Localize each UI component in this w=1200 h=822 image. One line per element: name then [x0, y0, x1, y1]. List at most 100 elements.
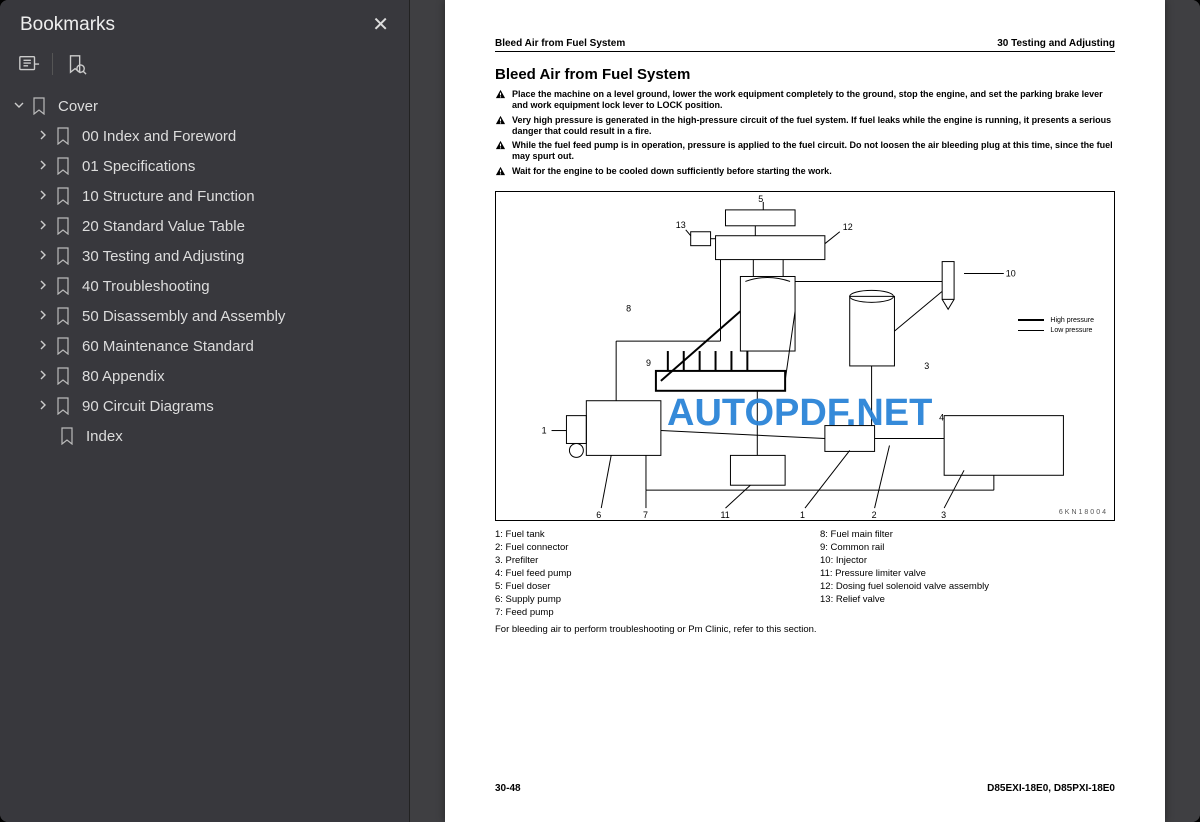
legend-item: 1: Fuel tank — [495, 529, 790, 540]
chevron-right-icon[interactable] — [34, 280, 52, 293]
legend-item: 10: Injector — [820, 555, 1115, 566]
tree-label: 10 Structure and Function — [82, 188, 255, 205]
bookmarks-toolbar — [0, 47, 409, 87]
bookmark-icon — [60, 427, 76, 445]
tree-item[interactable]: 80 Appendix — [6, 361, 399, 391]
diagram-id: 6KN18004 — [1059, 509, 1108, 516]
chevron-right-icon[interactable] — [34, 340, 52, 353]
chevron-right-icon[interactable] — [34, 160, 52, 173]
page-number: 30-48 — [495, 783, 521, 794]
close-icon[interactable]: ✕ — [372, 12, 389, 37]
chevron-right-icon[interactable] — [34, 400, 52, 413]
bookmark-icon — [56, 157, 72, 175]
bookmark-icon — [56, 367, 72, 385]
page-header-left: Bleed Air from Fuel System — [495, 38, 625, 49]
pdf-viewer[interactable]: AUTOPDF.NET Bleed Air from Fuel System 3… — [410, 0, 1200, 822]
chevron-right-icon[interactable] — [34, 190, 52, 203]
tree-item[interactable]: 50 Disassembly and Assembly — [6, 301, 399, 331]
tree-item[interactable]: 60 Maintenance Standard — [6, 331, 399, 361]
legend-item: 9: Common rail — [820, 542, 1115, 553]
tree-label: 01 Specifications — [82, 158, 195, 175]
bookmark-tree: Cover 00 Index and Foreword 01 Specifica… — [0, 87, 409, 461]
warning-icon — [495, 115, 506, 126]
svg-text:13: 13 — [676, 220, 686, 230]
panel-title: Bookmarks — [20, 14, 115, 36]
tree-label: 00 Index and Foreword — [82, 128, 236, 145]
svg-text:3: 3 — [941, 510, 946, 520]
bookmark-icon — [56, 247, 72, 265]
bookmarks-panel: Bookmarks ✕ Cover 00 Index and Fo — [0, 0, 410, 822]
bookmark-icon — [56, 337, 72, 355]
bookmark-icon — [32, 97, 48, 115]
tree-leaf-index[interactable]: Index — [6, 421, 399, 451]
bookmark-icon — [56, 127, 72, 145]
tree-label: 90 Circuit Diagrams — [82, 398, 214, 415]
chevron-right-icon[interactable] — [34, 310, 52, 323]
content-title: Bleed Air from Fuel System — [495, 66, 1115, 83]
tree-item[interactable]: 30 Testing and Adjusting — [6, 241, 399, 271]
tree-label: 60 Maintenance Standard — [82, 338, 254, 355]
warning-icon — [495, 140, 506, 151]
warning-row: While the fuel feed pump is in operation… — [495, 140, 1115, 163]
svg-text:10: 10 — [1006, 268, 1016, 278]
warning-text: While the fuel feed pump is in operation… — [512, 140, 1115, 163]
warning-icon — [495, 89, 506, 100]
warning-text: Very high pressure is generated in the h… — [512, 115, 1115, 138]
chevron-down-icon[interactable] — [10, 100, 28, 113]
svg-text:6: 6 — [596, 510, 601, 520]
legend-item: 6: Supply pump — [495, 594, 790, 605]
chevron-right-icon[interactable] — [34, 250, 52, 263]
legend-item: 7: Feed pump — [495, 607, 790, 618]
tree-label: 30 Testing and Adjusting — [82, 248, 244, 265]
svg-text:1: 1 — [800, 510, 805, 520]
fuel-system-diagram: 5 13 12 8 10 9 1 3 4 6 7 11 1 2 — [495, 191, 1115, 521]
tree-item[interactable]: 01 Specifications — [6, 151, 399, 181]
legend-item: 11: Pressure limiter valve — [820, 568, 1115, 579]
bookmark-icon — [56, 277, 72, 295]
bookmark-icon — [56, 217, 72, 235]
legend-item: 12: Dosing fuel solenoid valve assembly — [820, 581, 1115, 592]
tree-item[interactable]: 10 Structure and Function — [6, 181, 399, 211]
tree-item[interactable]: 20 Standard Value Table — [6, 211, 399, 241]
legend-item: 2: Fuel connector — [495, 542, 790, 553]
parts-legend: 1: Fuel tank 8: Fuel main filter 2: Fuel … — [495, 529, 1115, 618]
warning-icon — [495, 166, 506, 177]
chevron-right-icon[interactable] — [34, 370, 52, 383]
tree-label: 40 Troubleshooting — [82, 278, 210, 295]
chevron-right-icon[interactable] — [34, 220, 52, 233]
svg-text:11: 11 — [721, 510, 730, 520]
svg-text:3: 3 — [924, 361, 929, 371]
tree-item[interactable]: 40 Troubleshooting — [6, 271, 399, 301]
find-bookmark-icon[interactable] — [65, 54, 87, 74]
model-code: D85EXI-18E0, D85PXI-18E0 — [987, 783, 1115, 794]
chevron-right-icon[interactable] — [34, 130, 52, 143]
outline-options-icon[interactable] — [18, 54, 40, 74]
svg-text:5: 5 — [758, 194, 763, 204]
legend-item: 13: Relief valve — [820, 594, 1115, 605]
legend-item: 8: Fuel main filter — [820, 529, 1115, 540]
warning-text: Wait for the engine to be cooled down su… — [512, 166, 832, 177]
legend-item: 3. Prefilter — [495, 555, 790, 566]
toolbar-divider — [52, 53, 53, 75]
svg-text:8: 8 — [626, 303, 631, 313]
svg-text:2: 2 — [872, 510, 877, 520]
svg-text:7: 7 — [643, 510, 648, 520]
svg-text:1: 1 — [542, 425, 547, 435]
warning-row: Place the machine on a level ground, low… — [495, 89, 1115, 112]
legend-item: 5: Fuel doser — [495, 581, 790, 592]
tree-label: 80 Appendix — [82, 368, 165, 385]
bookmark-icon — [56, 187, 72, 205]
page-header-right: 30 Testing and Adjusting — [997, 38, 1115, 49]
tree-item[interactable]: 00 Index and Foreword — [6, 121, 399, 151]
diagram-line-legend: High pressure Low pressure — [1018, 317, 1094, 337]
warning-row: Wait for the engine to be cooled down su… — [495, 166, 1115, 177]
tree-root-cover[interactable]: Cover — [6, 91, 399, 121]
legend-item: 4: Fuel feed pump — [495, 568, 790, 579]
legend-note: For bleeding air to perform troubleshoot… — [495, 624, 1115, 635]
tree-label: Cover — [58, 98, 98, 115]
svg-text:4: 4 — [939, 412, 944, 422]
tree-label: 20 Standard Value Table — [82, 218, 245, 235]
bookmark-icon — [56, 307, 72, 325]
svg-text:9: 9 — [646, 358, 651, 368]
tree-item[interactable]: 90 Circuit Diagrams — [6, 391, 399, 421]
